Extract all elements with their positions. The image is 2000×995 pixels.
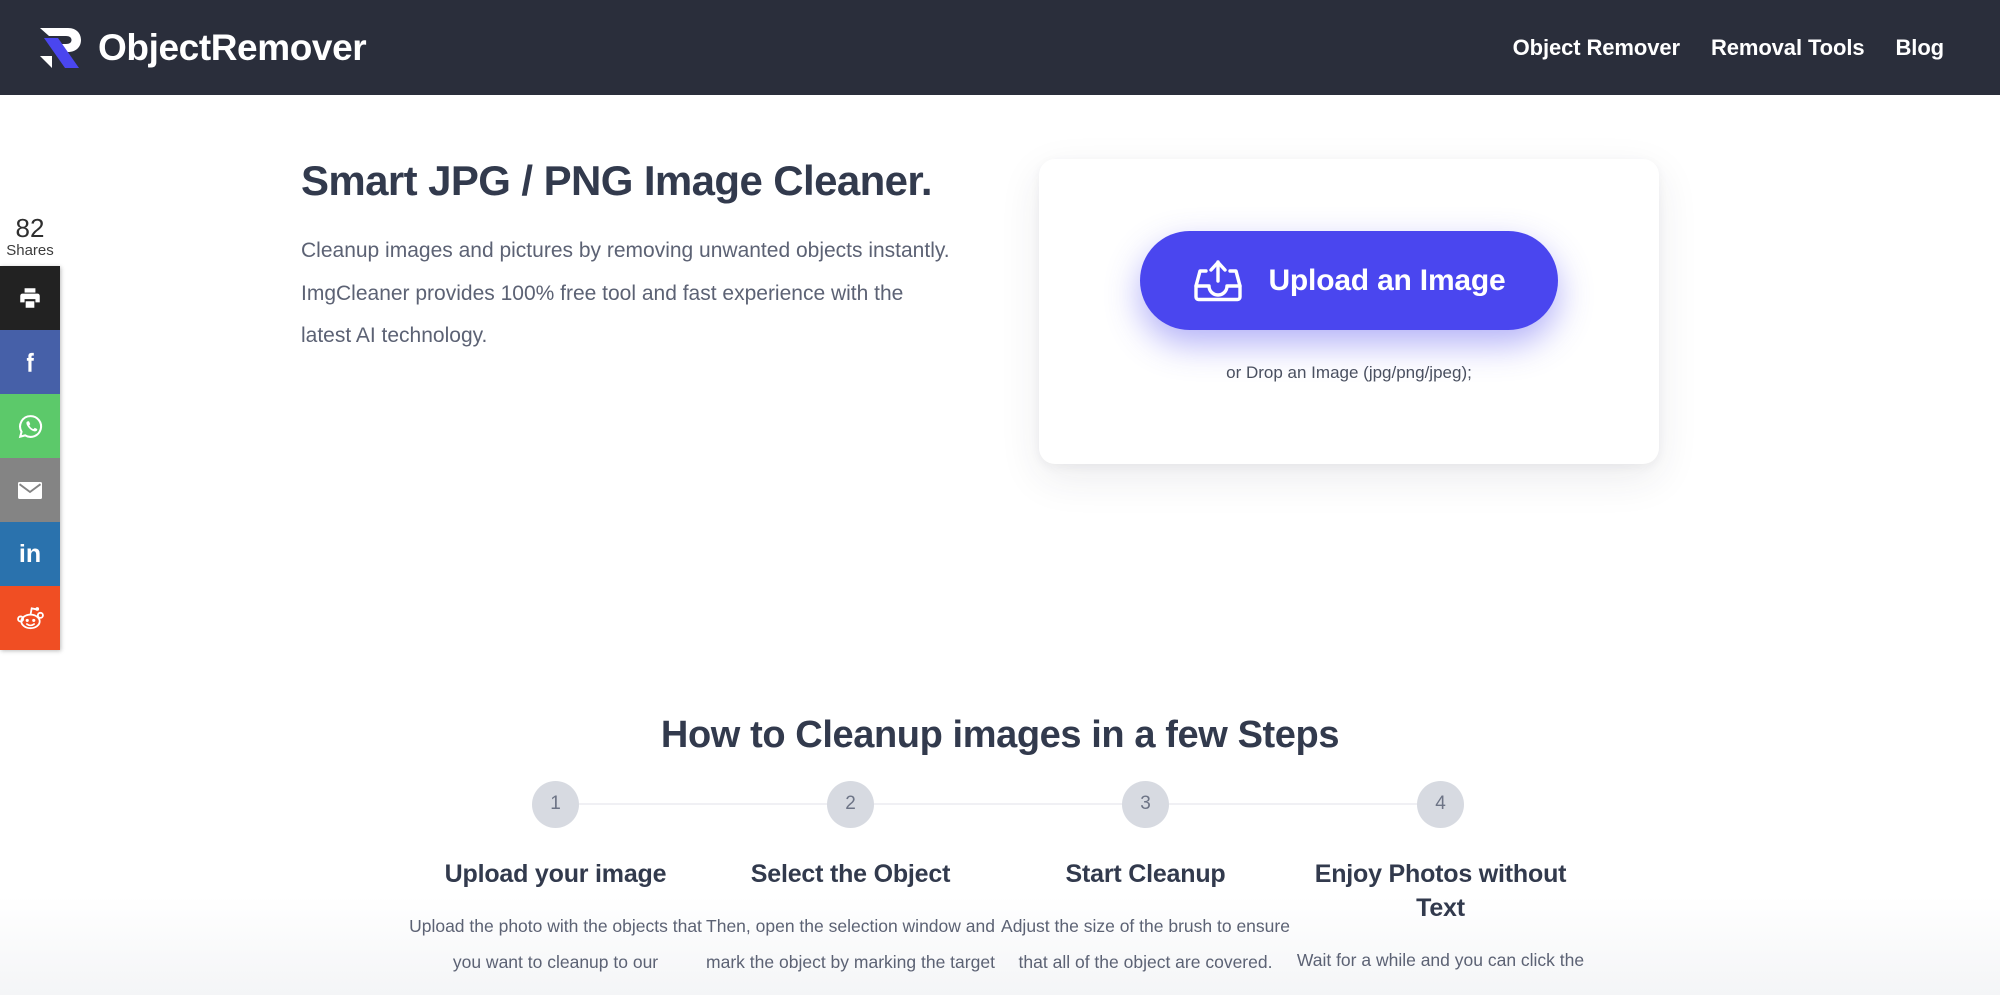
step-item-2: 2 Select the Object Then, open the selec…: [703, 780, 1146, 981]
nav-removal-tools[interactable]: Removal Tools: [1711, 35, 1865, 61]
reddit-icon: [16, 606, 44, 629]
share-count-number: 82: [15, 213, 45, 243]
nav-blog[interactable]: Blog: [1896, 35, 1945, 61]
step-heading-2: Select the Object: [750, 860, 951, 888]
site-header: ObjectRemover Object Remover Removal Too…: [0, 0, 2000, 95]
step-body-3: Adjust the size of the brush to ensure t…: [1001, 916, 1290, 972]
step-body-2: Then, open the selection window and mark…: [706, 916, 995, 972]
hero-section: Smart JPG / PNG Image Cleaner. Cleanup i…: [0, 95, 2000, 640]
upload-button-label: Upload an Image: [1268, 263, 1506, 297]
step-number-badge-4: 4: [1417, 780, 1464, 828]
step-item-1: 1 Upload your image Upload the photo wit…: [408, 780, 851, 981]
share-button-group: in: [0, 266, 60, 651]
step-body-1: Upload the photo with the objects that y…: [409, 916, 702, 972]
upload-card[interactable]: Upload an Image or Drop an Image (jpg/pn…: [1039, 159, 1659, 464]
step-marker-4: 4: [1293, 780, 1588, 828]
page-root: ObjectRemover Object Remover Removal Too…: [0, 0, 2000, 995]
step-number-badge-3: 3: [1122, 780, 1169, 828]
facebook-icon: [26, 353, 34, 373]
social-share-rail: 82 Shares in: [0, 213, 60, 651]
step-item-4: 4 Enjoy Photos without Text Wait for a w…: [1293, 780, 1588, 981]
share-count-label: Shares: [6, 242, 54, 260]
step-heading-3: Start Cleanup: [1065, 860, 1226, 888]
step-marker-3: 3: [998, 780, 1441, 828]
share-button-facebook[interactable]: [0, 330, 60, 395]
hero-copy: Smart JPG / PNG Image Cleaner. Cleanup i…: [301, 155, 981, 357]
main-nav: Object Remover Removal Tools Blog: [1513, 35, 1944, 61]
hero-title: Smart JPG / PNG Image Cleaner.: [301, 157, 933, 204]
brand-name: ObjectRemover: [98, 27, 367, 68]
step-marker-1: 1: [408, 780, 851, 828]
step-item-3: 3 Start Cleanup Adjust the size of the b…: [998, 780, 1441, 981]
email-icon: [18, 482, 42, 500]
share-counter: 82 Shares: [0, 213, 60, 266]
share-button-print[interactable]: [0, 266, 60, 331]
step-number-badge-2: 2: [827, 780, 874, 828]
whatsapp-icon: [18, 414, 42, 438]
step-body-4: Wait for a while and you can click the: [1296, 950, 1585, 970]
step-heading-1: Upload your image: [444, 860, 667, 888]
linkedin-icon: in: [18, 539, 42, 568]
share-button-email[interactable]: [0, 458, 60, 523]
drop-image-hint: or Drop an Image (jpg/png/jpeg);: [1226, 363, 1472, 382]
hero-subtitle: Cleanup images and pictures by removing …: [301, 239, 950, 348]
upload-an-image-button[interactable]: Upload an Image: [1140, 231, 1558, 330]
share-button-whatsapp[interactable]: [0, 394, 60, 459]
step-marker-2: 2: [703, 780, 1146, 828]
share-button-linkedin[interactable]: in: [0, 522, 60, 587]
step-number-badge-1: 1: [532, 780, 579, 828]
steps-section-title: How to Cleanup images in a few Steps: [660, 714, 1340, 756]
upload-tray-icon: [1194, 259, 1243, 301]
share-button-reddit[interactable]: [0, 586, 60, 651]
objectremover-r-logo-icon: [40, 27, 81, 68]
step-heading-4: Enjoy Photos without Text: [1314, 860, 1567, 922]
brand-logo-link[interactable]: ObjectRemover: [38, 25, 367, 71]
steps-row: 1 Upload your image Upload the photo wit…: [408, 780, 1588, 981]
print-icon: [20, 288, 40, 309]
how-to-steps-section: How to Cleanup images in a few Steps 1 U…: [0, 640, 2000, 995]
nav-object-remover[interactable]: Object Remover: [1513, 35, 1680, 61]
